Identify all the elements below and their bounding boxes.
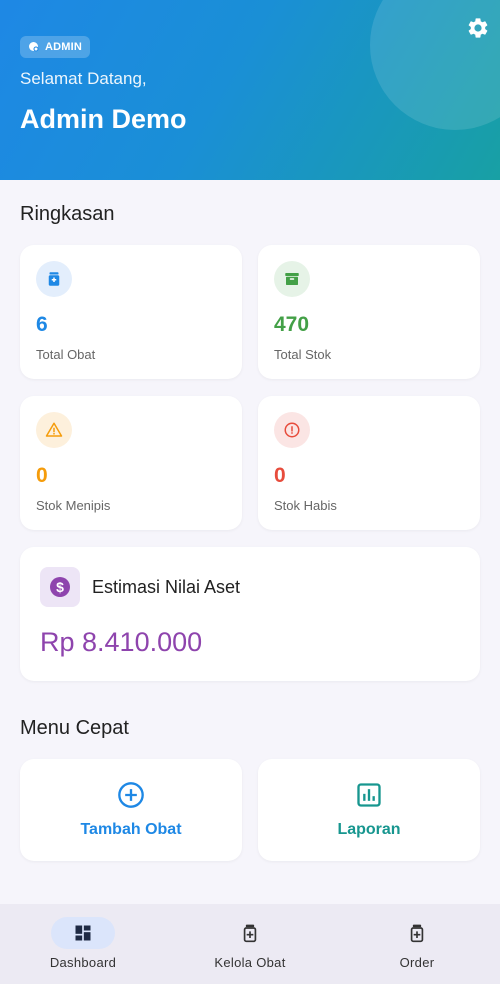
stat-card-total-obat[interactable]: 6 Total Obat <box>20 245 242 379</box>
nav-item-dashboard[interactable]: Dashboard <box>0 904 166 984</box>
quick-menu-title: Menu Cepat <box>20 717 129 739</box>
nav-pill <box>385 917 449 949</box>
stat-value: 0 <box>36 464 48 487</box>
stat-label: Total Obat <box>36 347 96 362</box>
welcome-text: Selamat Datang, <box>20 69 147 88</box>
stat-value: 0 <box>274 464 286 487</box>
medicine-icon <box>243 924 257 943</box>
add-medicine-button[interactable]: Tambah Obat <box>20 759 242 861</box>
stat-icon-wrap <box>36 261 72 297</box>
role-badge: ADMIN <box>20 36 91 58</box>
role-badge-label: ADMIN <box>45 41 83 53</box>
header-banner: ADMIN Selamat Datang, Admin Demo <box>0 0 500 180</box>
medicine-icon <box>410 924 424 943</box>
settings-button[interactable] <box>466 16 490 40</box>
stat-icon-wrap <box>274 261 310 297</box>
user-name: Admin Demo <box>20 104 187 134</box>
stat-icon-wrap <box>274 412 310 448</box>
asset-value: Rp 8.410.000 <box>40 627 203 657</box>
stat-icon-wrap <box>36 412 72 448</box>
nav-label: Kelola Obat <box>214 955 286 970</box>
archive-icon <box>285 273 299 285</box>
nav-item-order[interactable]: Order <box>334 904 500 984</box>
stat-card-stok-menipis[interactable]: 0 Stok Menipis <box>20 396 242 530</box>
add-circle-icon <box>118 782 144 808</box>
dashboard-icon <box>75 925 91 941</box>
stat-value: 470 <box>274 313 310 336</box>
nav-label: Dashboard <box>49 955 117 970</box>
stat-value: 6 <box>36 313 48 336</box>
admin-icon <box>29 42 39 52</box>
nav-pill <box>218 917 282 949</box>
add-medicine-label: Tambah Obat <box>80 821 182 838</box>
error-icon <box>284 422 300 438</box>
asset-icon-wrap: $ <box>40 567 80 607</box>
warning-icon <box>45 422 63 437</box>
summary-title: Ringkasan <box>20 203 115 225</box>
medicine-box-icon <box>48 272 60 286</box>
stat-card-stok-habis[interactable]: 0 Stok Habis <box>258 396 480 530</box>
nav-item-kelola-obat[interactable]: Kelola Obat <box>167 904 333 984</box>
asset-estimate-card: $ Estimasi Nilai Aset Rp 8.410.000 <box>20 547 480 681</box>
svg-text:$: $ <box>56 579 64 595</box>
dollar-icon: $ <box>50 577 70 597</box>
stat-label: Stok Habis <box>274 498 337 513</box>
chart-icon <box>357 783 381 807</box>
stat-label: Stok Menipis <box>36 498 111 513</box>
nav-label: Order <box>399 955 435 970</box>
gear-icon <box>468 18 488 38</box>
asset-title: Estimasi Nilai Aset <box>92 577 241 597</box>
nav-pill <box>51 917 115 949</box>
bottom-navigation: Dashboard Kelola Obat Order <box>0 904 500 984</box>
stat-label: Total Stok <box>274 347 332 362</box>
stat-card-total-stok[interactable]: 470 Total Stok <box>258 245 480 379</box>
report-button[interactable]: Laporan <box>258 759 480 861</box>
report-label: Laporan <box>337 821 401 838</box>
